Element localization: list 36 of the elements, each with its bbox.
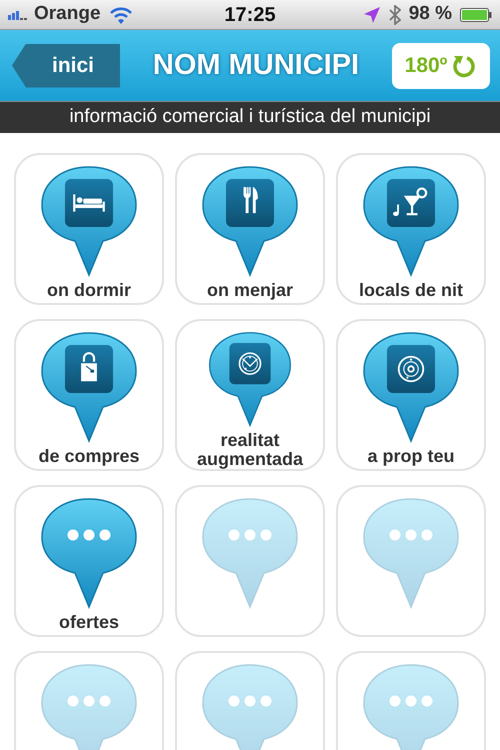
carrier-name: Orange	[34, 2, 101, 26]
menu-tile[interactable]: on dormir	[14, 153, 164, 305]
menu-tile[interactable]: de compres	[14, 319, 164, 471]
signal-icon	[8, 10, 30, 20]
tile-label: ofertes	[58, 613, 120, 632]
tile-label: locals de nit	[358, 281, 464, 300]
battery-icon	[460, 8, 492, 22]
menu-tile[interactable]: locals de nit	[336, 153, 486, 305]
dots-bubble-icon	[202, 663, 298, 750]
tile-label: a prop teu	[367, 447, 454, 466]
back-button[interactable]: inici	[12, 44, 120, 88]
wifi-icon	[108, 6, 133, 24]
dots-bubble-icon	[363, 663, 459, 750]
menu-tile[interactable]: realitat augmentada	[175, 319, 325, 471]
bluetooth-icon	[388, 4, 401, 24]
bed-bubble-icon	[41, 165, 137, 277]
clock-time: 17:25	[224, 2, 276, 28]
cutlery-bubble-icon	[202, 165, 298, 277]
menu-tile[interactable]: a prop teu	[336, 319, 486, 471]
cocktail-bubble-icon	[363, 165, 459, 277]
dots-bubble-icon	[41, 497, 137, 609]
tile-label: realitat augmentada	[196, 431, 304, 469]
bag-bubble-icon	[41, 331, 137, 443]
dots-bubble-icon	[41, 663, 137, 750]
tile-label: on dormir	[47, 281, 131, 300]
dots-bubble-icon	[202, 497, 298, 609]
tile-label: on menjar	[206, 281, 294, 300]
dots-bubble-icon	[363, 497, 459, 609]
battery-percent: 98 %	[408, 2, 452, 26]
tile-label: de compres	[38, 447, 140, 466]
location-arrow-icon	[362, 6, 381, 24]
page-title: NOM MUNICIPI	[152, 48, 360, 83]
menu-tile[interactable]: ofertes	[14, 485, 164, 637]
target-bubble-icon	[363, 331, 459, 443]
subtitle-text: informació comercial i turística del municipi	[69, 105, 431, 130]
menu-tile[interactable]: on menjar	[175, 153, 325, 305]
